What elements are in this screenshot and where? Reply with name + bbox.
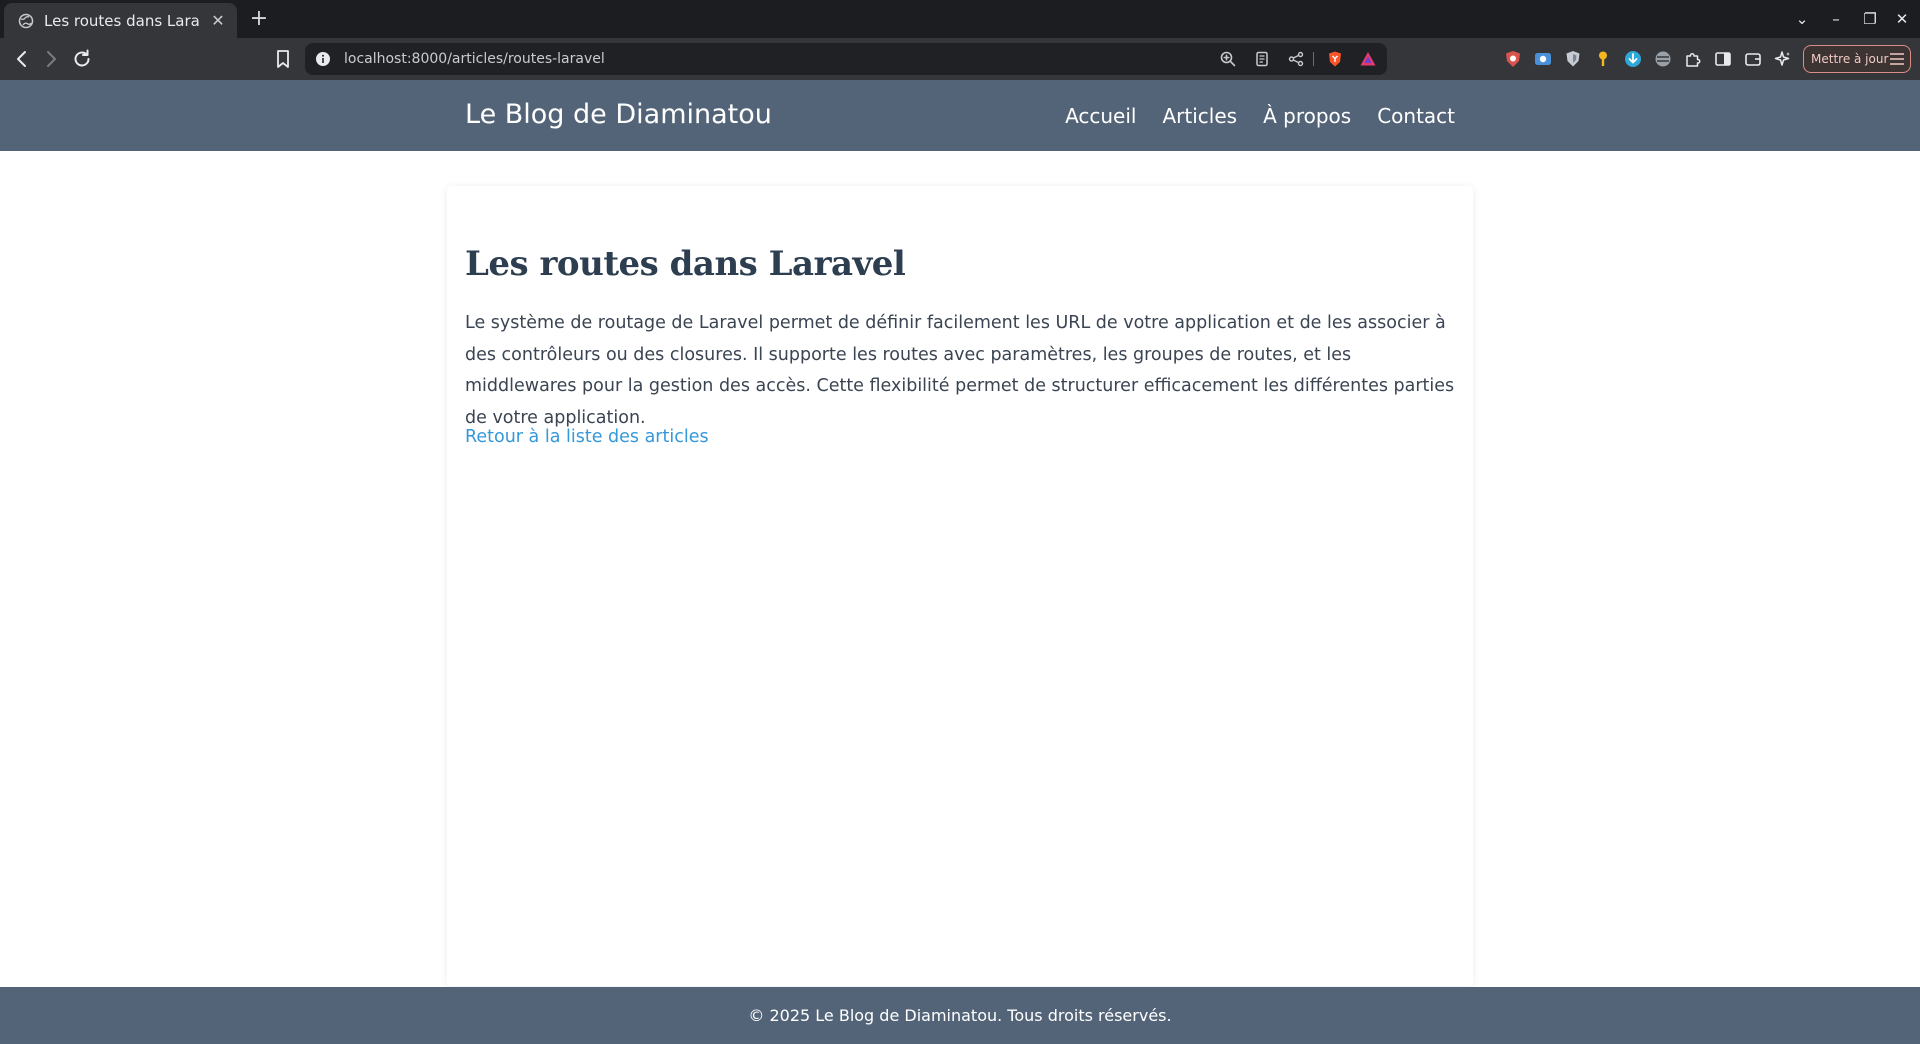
zoom-icon[interactable] — [1219, 50, 1237, 68]
shield-extension-icon[interactable] — [1563, 49, 1583, 69]
puzzle-extensions-icon[interactable] — [1683, 49, 1703, 69]
site-header: Le Blog de Diaminatou Accueil Articles À… — [0, 80, 1920, 151]
ublock-extension-icon[interactable] — [1503, 49, 1523, 69]
new-tab-button[interactable]: + — [248, 8, 270, 30]
wallet-icon[interactable] — [1743, 49, 1763, 69]
restore-button[interactable]: ❐ — [1858, 6, 1882, 32]
browser-toolbar: localhost:8000/articles/routes-laravel M… — [0, 38, 1920, 80]
toolbar-divider — [1313, 52, 1314, 66]
tab-close-icon[interactable]: ✕ — [209, 11, 227, 30]
menu-icon — [1890, 53, 1904, 65]
forward-icon[interactable] — [39, 47, 63, 71]
nav-link-articles[interactable]: Articles — [1162, 102, 1237, 130]
brave-rewards-icon[interactable] — [1359, 50, 1377, 68]
browser-tab[interactable]: Les routes dans Laravel ✕ — [4, 3, 237, 38]
brave-shields-icon[interactable] — [1326, 50, 1344, 68]
article-card: Les routes dans Laravel Le système de ro… — [447, 186, 1473, 986]
nav-link-accueil[interactable]: Accueil — [1065, 102, 1136, 130]
update-button-label: Mettre à jour — [1811, 52, 1889, 66]
article-title: Les routes dans Laravel — [465, 244, 906, 284]
site-brand[interactable]: Le Blog de Diaminatou — [465, 97, 772, 133]
bookmark-icon[interactable] — [271, 47, 295, 71]
article-body: Le système de routage de Laravel permet … — [465, 313, 1455, 428]
sidebar-icon[interactable] — [1713, 49, 1733, 69]
nav-link-a-propos[interactable]: À propos — [1263, 102, 1351, 130]
main-nav: Accueil Articles À propos Contact — [1065, 102, 1455, 130]
close-window-button[interactable]: ✕ — [1890, 6, 1914, 32]
reload-icon[interactable] — [70, 47, 94, 71]
back-to-articles-link[interactable]: Retour à la liste des articles — [465, 424, 709, 450]
nav-link-contact[interactable]: Contact — [1377, 102, 1455, 130]
share-icon[interactable] — [1287, 50, 1305, 68]
site-info-icon[interactable] — [315, 51, 331, 67]
download-extension-icon[interactable] — [1623, 49, 1643, 69]
leo-ai-icon[interactable] — [1773, 49, 1793, 69]
tab-list-icon[interactable]: ⌄ — [1790, 6, 1814, 32]
globe-icon — [18, 13, 34, 28]
browser-tab-strip: Les routes dans Laravel ✕ + ⌄ – ❐ ✕ — [0, 0, 1920, 38]
site-footer: © 2025 Le Blog de Diaminatou. Tous droit… — [0, 987, 1920, 1044]
tab-title: Les routes dans Laravel — [44, 11, 199, 30]
update-button[interactable]: Mettre à jour — [1803, 45, 1911, 73]
back-icon[interactable] — [10, 47, 34, 71]
footer-copyright: © 2025 Le Blog de Diaminatou. Tous droit… — [748, 1006, 1172, 1025]
url-text[interactable]: localhost:8000/articles/routes-laravel — [344, 49, 605, 69]
reader-mode-icon[interactable] — [1253, 50, 1271, 68]
key-extension-icon[interactable] — [1593, 49, 1613, 69]
minimize-button[interactable]: – — [1824, 6, 1848, 32]
address-bar[interactable]: localhost:8000/articles/routes-laravel — [305, 43, 1387, 75]
vpn-extension-icon[interactable] — [1653, 49, 1673, 69]
video-extension-icon[interactable] — [1533, 49, 1553, 69]
